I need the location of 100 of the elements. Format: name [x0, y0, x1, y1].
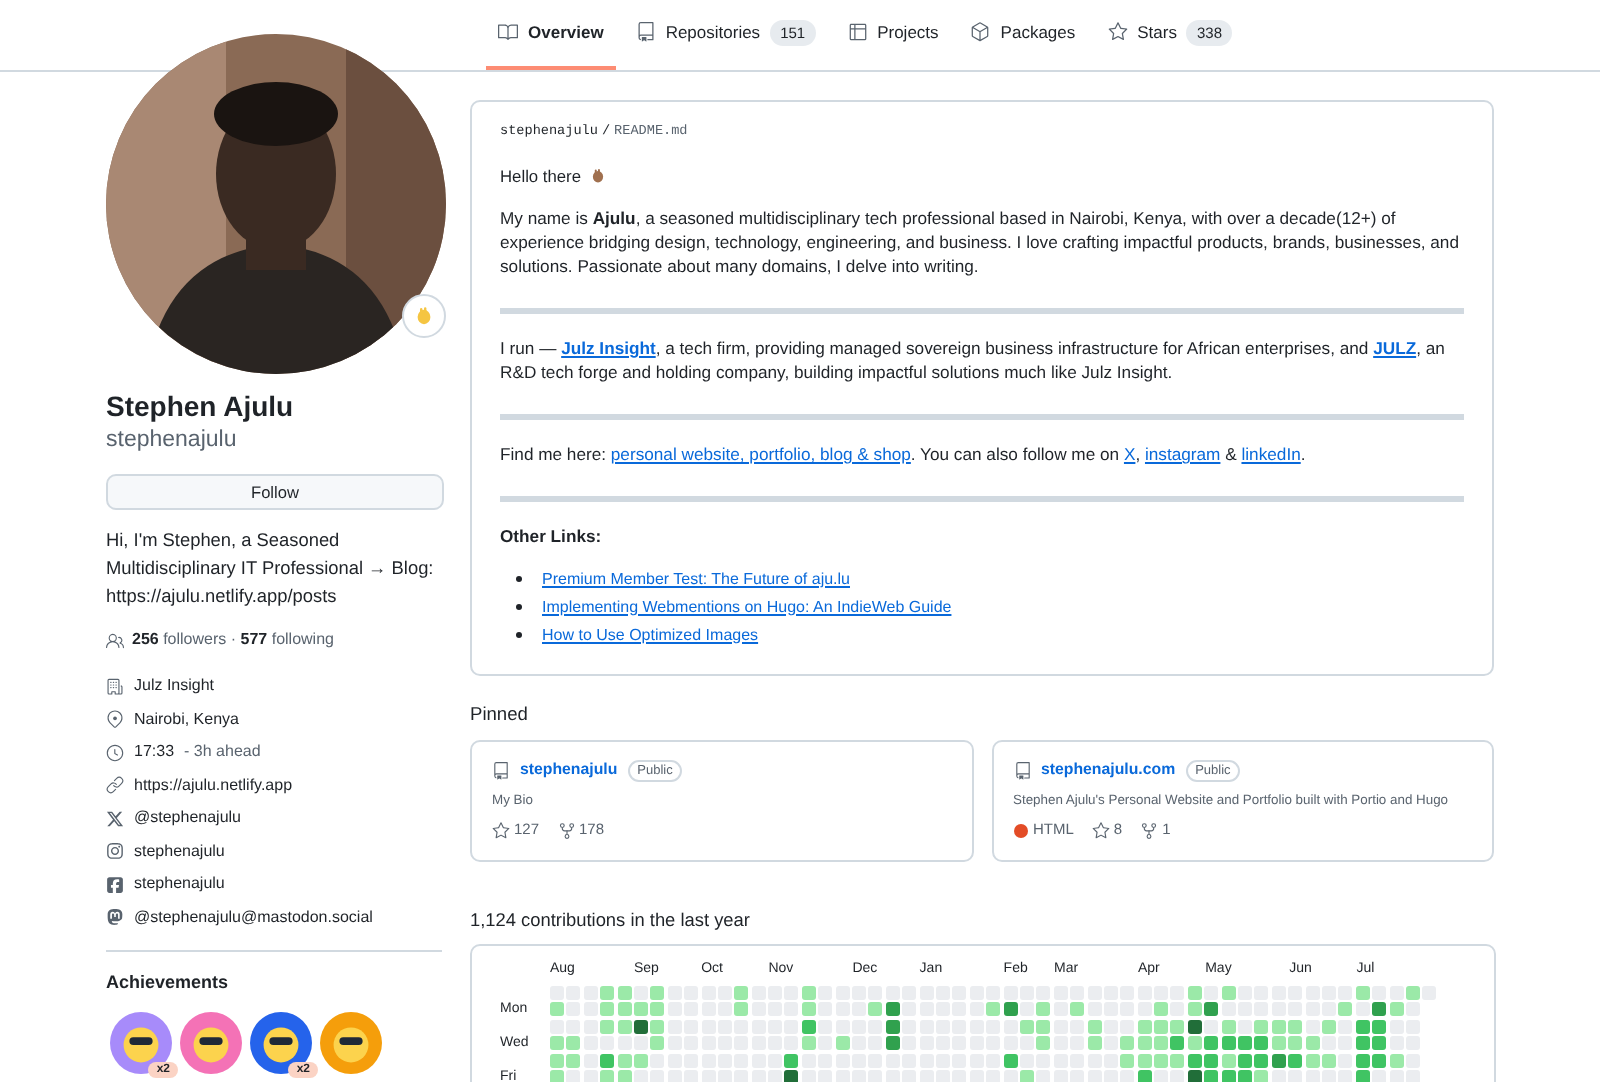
contribution-cell[interactable]: [1019, 1002, 1034, 1017]
contribution-cell[interactable]: [1170, 1053, 1185, 1068]
contribution-cell[interactable]: [818, 1002, 833, 1017]
contribution-cell[interactable]: [617, 1036, 632, 1051]
contribution-cell[interactable]: [1187, 986, 1202, 1000]
contribution-cell[interactable]: [1338, 1019, 1353, 1034]
contribution-cell[interactable]: [1137, 1053, 1152, 1068]
contribution-cell[interactable]: [1405, 1002, 1420, 1017]
contribution-cell[interactable]: [986, 1069, 1001, 1082]
contribution-cell[interactable]: [1087, 1036, 1101, 1051]
contribution-cell[interactable]: [1288, 1053, 1303, 1068]
contribution-cell[interactable]: [550, 986, 564, 1000]
contribution-cell[interactable]: [1036, 1053, 1051, 1068]
contribution-cell[interactable]: [566, 1053, 581, 1068]
contribution-cell[interactable]: [1221, 986, 1236, 1000]
contribution-cell[interactable]: [1355, 1002, 1370, 1017]
contribution-cell[interactable]: [650, 1019, 665, 1034]
contribution-cell[interactable]: [1355, 986, 1370, 1000]
contribution-cell[interactable]: [969, 986, 984, 1000]
contribution-cell[interactable]: [1070, 1002, 1085, 1017]
achievement-badge-icon[interactable]: [180, 1011, 242, 1073]
contribution-cell[interactable]: [650, 1069, 665, 1082]
contribution-cell[interactable]: [1137, 1069, 1152, 1082]
contribution-cell[interactable]: [801, 1069, 816, 1082]
contribution-cell[interactable]: [667, 1002, 682, 1017]
contribution-cell[interactable]: [801, 1053, 816, 1068]
contribution-cell[interactable]: [1154, 1036, 1169, 1051]
contribution-cell[interactable]: [885, 1002, 900, 1017]
contribution-cell[interactable]: [1372, 1019, 1387, 1034]
contribution-cell[interactable]: [1271, 1002, 1286, 1017]
contribution-cell[interactable]: [784, 986, 799, 1000]
contribution-cell[interactable]: [1003, 1053, 1018, 1068]
contribution-cell[interactable]: [1405, 1019, 1420, 1034]
contribution-cell[interactable]: [566, 1036, 581, 1051]
contribution-cell[interactable]: [902, 1002, 917, 1017]
contribution-cell[interactable]: [852, 1019, 867, 1034]
contribution-cell[interactable]: [902, 1036, 917, 1051]
contribution-cell[interactable]: [784, 1069, 799, 1082]
contribution-cell[interactable]: [1187, 1036, 1202, 1051]
contribution-cell[interactable]: [1355, 1053, 1370, 1068]
contribution-cell[interactable]: [717, 986, 732, 1000]
contribution-cell[interactable]: [835, 1036, 850, 1051]
contribution-cell[interactable]: [852, 1053, 867, 1068]
contribution-cell[interactable]: [1053, 1019, 1068, 1034]
contribution-cell[interactable]: [1154, 1002, 1169, 1017]
contribution-cell[interactable]: [1372, 1002, 1387, 1017]
contribution-cell[interactable]: [784, 1019, 799, 1034]
contribution-cell[interactable]: [1053, 986, 1068, 1000]
contribution-cell[interactable]: [650, 1002, 665, 1017]
contribution-cell[interactable]: [1355, 1036, 1370, 1051]
contribution-cell[interactable]: [1003, 1069, 1018, 1082]
contribution-cell[interactable]: [986, 1053, 1001, 1068]
contribution-cell[interactable]: [550, 1002, 564, 1017]
contribution-cell[interactable]: [1204, 1053, 1219, 1068]
contribution-cell[interactable]: [1355, 1069, 1370, 1082]
contribution-cell[interactable]: [1170, 1069, 1185, 1082]
contribution-cell[interactable]: [885, 1019, 900, 1034]
contribution-cell[interactable]: [1120, 1036, 1135, 1051]
contribution-cell[interactable]: [1053, 1036, 1068, 1051]
contribution-cell[interactable]: [1321, 1019, 1336, 1034]
contribution-cell[interactable]: [1137, 986, 1152, 1000]
profile-detail[interactable]: @stephenajulu: [134, 806, 241, 830]
contribution-cell[interactable]: [1170, 1002, 1185, 1017]
contribution-cell[interactable]: [1187, 1069, 1202, 1082]
contribution-cell[interactable]: [1321, 1002, 1336, 1017]
contribution-cell[interactable]: [1003, 1019, 1018, 1034]
contribution-cell[interactable]: [1288, 1019, 1303, 1034]
contribution-cell[interactable]: [868, 986, 883, 1000]
contribution-cell[interactable]: [1405, 1036, 1420, 1051]
contribution-cell[interactable]: [734, 986, 749, 1000]
contribution-cell[interactable]: [633, 1002, 648, 1017]
contribution-cell[interactable]: [1338, 1053, 1353, 1068]
contribution-cell[interactable]: [617, 1019, 632, 1034]
contribution-cell[interactable]: [1187, 1002, 1202, 1017]
contribution-cell[interactable]: [1019, 1069, 1034, 1082]
contribution-cell[interactable]: [717, 1019, 732, 1034]
contribution-cell[interactable]: [1087, 1019, 1101, 1034]
contribution-cell[interactable]: [633, 1069, 648, 1082]
contribution-cell[interactable]: [784, 1053, 799, 1068]
contribution-cell[interactable]: [617, 1053, 632, 1068]
contribution-cell[interactable]: [1103, 1002, 1118, 1017]
contribution-cell[interactable]: [583, 1019, 598, 1034]
contribution-cell[interactable]: [1120, 1019, 1135, 1034]
contribution-cell[interactable]: [1170, 986, 1185, 1000]
contribution-cell[interactable]: [852, 986, 867, 1000]
readme-link[interactable]: X: [1123, 444, 1136, 464]
contribution-cell[interactable]: [1321, 1036, 1336, 1051]
contribution-cell[interactable]: [550, 1053, 564, 1068]
contribution-cell[interactable]: [1271, 1019, 1286, 1034]
contribution-cell[interactable]: [1238, 1053, 1253, 1068]
contribution-cell[interactable]: [1372, 1036, 1387, 1051]
contribution-cell[interactable]: [667, 1036, 682, 1051]
contribution-cell[interactable]: [650, 1053, 665, 1068]
contribution-cell[interactable]: [986, 1019, 1001, 1034]
contribution-cell[interactable]: [1389, 1069, 1404, 1082]
readme-link[interactable]: Julz Insight: [561, 338, 656, 358]
contribution-cell[interactable]: [1221, 1069, 1236, 1082]
contribution-cell[interactable]: [1019, 1019, 1034, 1034]
contribution-cell[interactable]: [1137, 1019, 1152, 1034]
contribution-cell[interactable]: [633, 1036, 648, 1051]
